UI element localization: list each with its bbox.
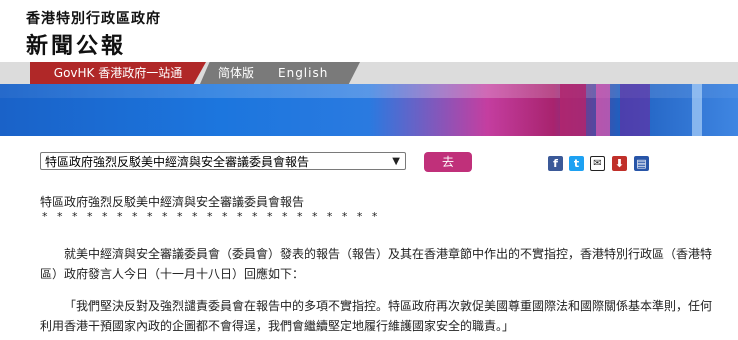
banner-stripe: [620, 84, 650, 136]
press-release-select[interactable]: 特區政府強烈反駁美中經濟與安全審議委員會報告 ▼: [40, 152, 406, 170]
banner-stripe: [596, 84, 610, 136]
email-icon[interactable]: ✉: [590, 156, 605, 171]
save-icon[interactable]: ⬇: [612, 156, 627, 171]
facebook-icon[interactable]: f: [548, 156, 563, 171]
government-name: 香港特別行政區政府: [26, 11, 161, 27]
press-release-title: 新聞公報: [26, 34, 127, 59]
select-value: 特區政府強烈反駁美中經濟與安全審議委員會報告: [45, 155, 310, 169]
top-navigation: GovHK 香港政府一站通 简体版 English: [0, 62, 738, 84]
print-icon[interactable]: ▤: [634, 156, 649, 171]
govhk-link[interactable]: GovHK 香港政府一站通: [30, 62, 206, 84]
banner-stripe: [560, 84, 586, 136]
go-button[interactable]: 去: [424, 152, 472, 172]
masthead: 香港特別行政區政府 新聞公報: [0, 0, 738, 62]
chevron-down-icon[interactable]: ▼: [392, 153, 400, 171]
banner-stripe: [692, 84, 702, 136]
english-link[interactable]: English: [278, 62, 328, 84]
title-separator: * * * * * * * * * * * * * * * * * * * * …: [42, 210, 381, 223]
article-paragraph: 就美中經濟與安全審議委員會（委員會）發表的報告（報告）及其在香港章節中作出的不實…: [40, 247, 713, 281]
header-banner: [0, 84, 738, 136]
article-title: 特區政府強烈反駁美中經濟與安全審議委員會報告: [40, 195, 305, 209]
twitter-icon[interactable]: t: [569, 156, 584, 171]
article-paragraph: 「我們堅決反對及強烈譴責委員會在報告中的多項不實指控。特區政府再次敦促美國尊重國…: [40, 299, 713, 333]
simplified-chinese-link[interactable]: 简体版: [218, 62, 254, 84]
